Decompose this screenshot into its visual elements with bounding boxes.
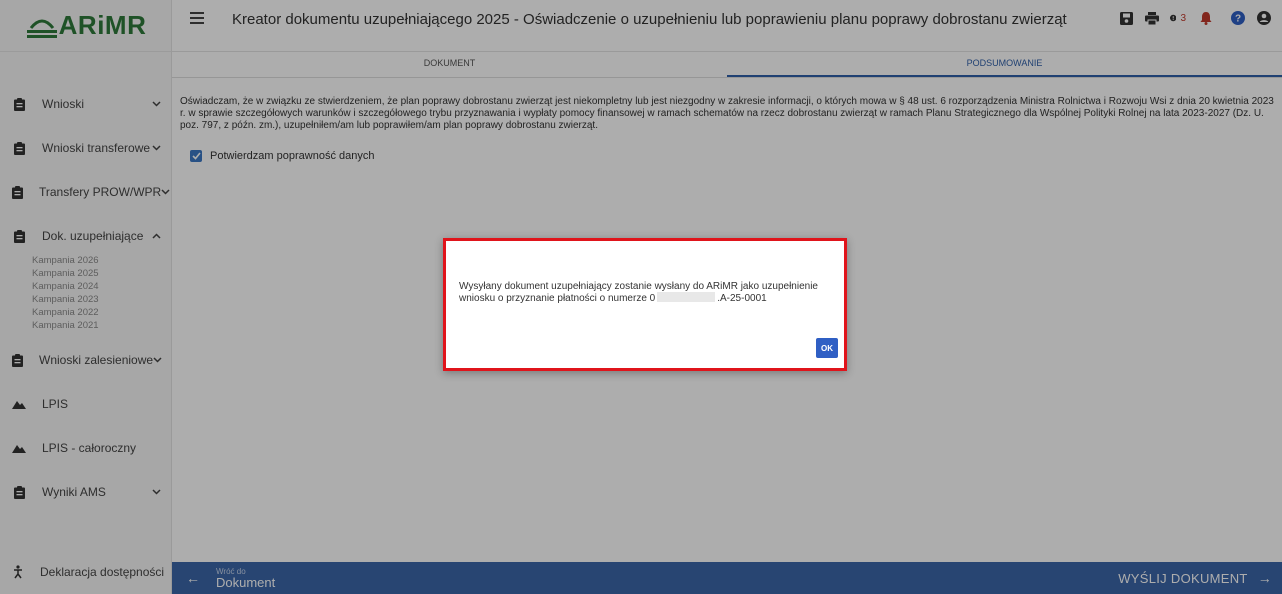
ok-button[interactable]: OK [816, 338, 838, 358]
dialog-message-suffix: .A-25-0001 [717, 293, 767, 304]
redacted-number [657, 292, 716, 302]
dialog-message: Wysyłany dokument uzupełniający zostanie… [459, 281, 829, 304]
confirmation-dialog: Wysyłany dokument uzupełniający zostanie… [443, 238, 847, 371]
